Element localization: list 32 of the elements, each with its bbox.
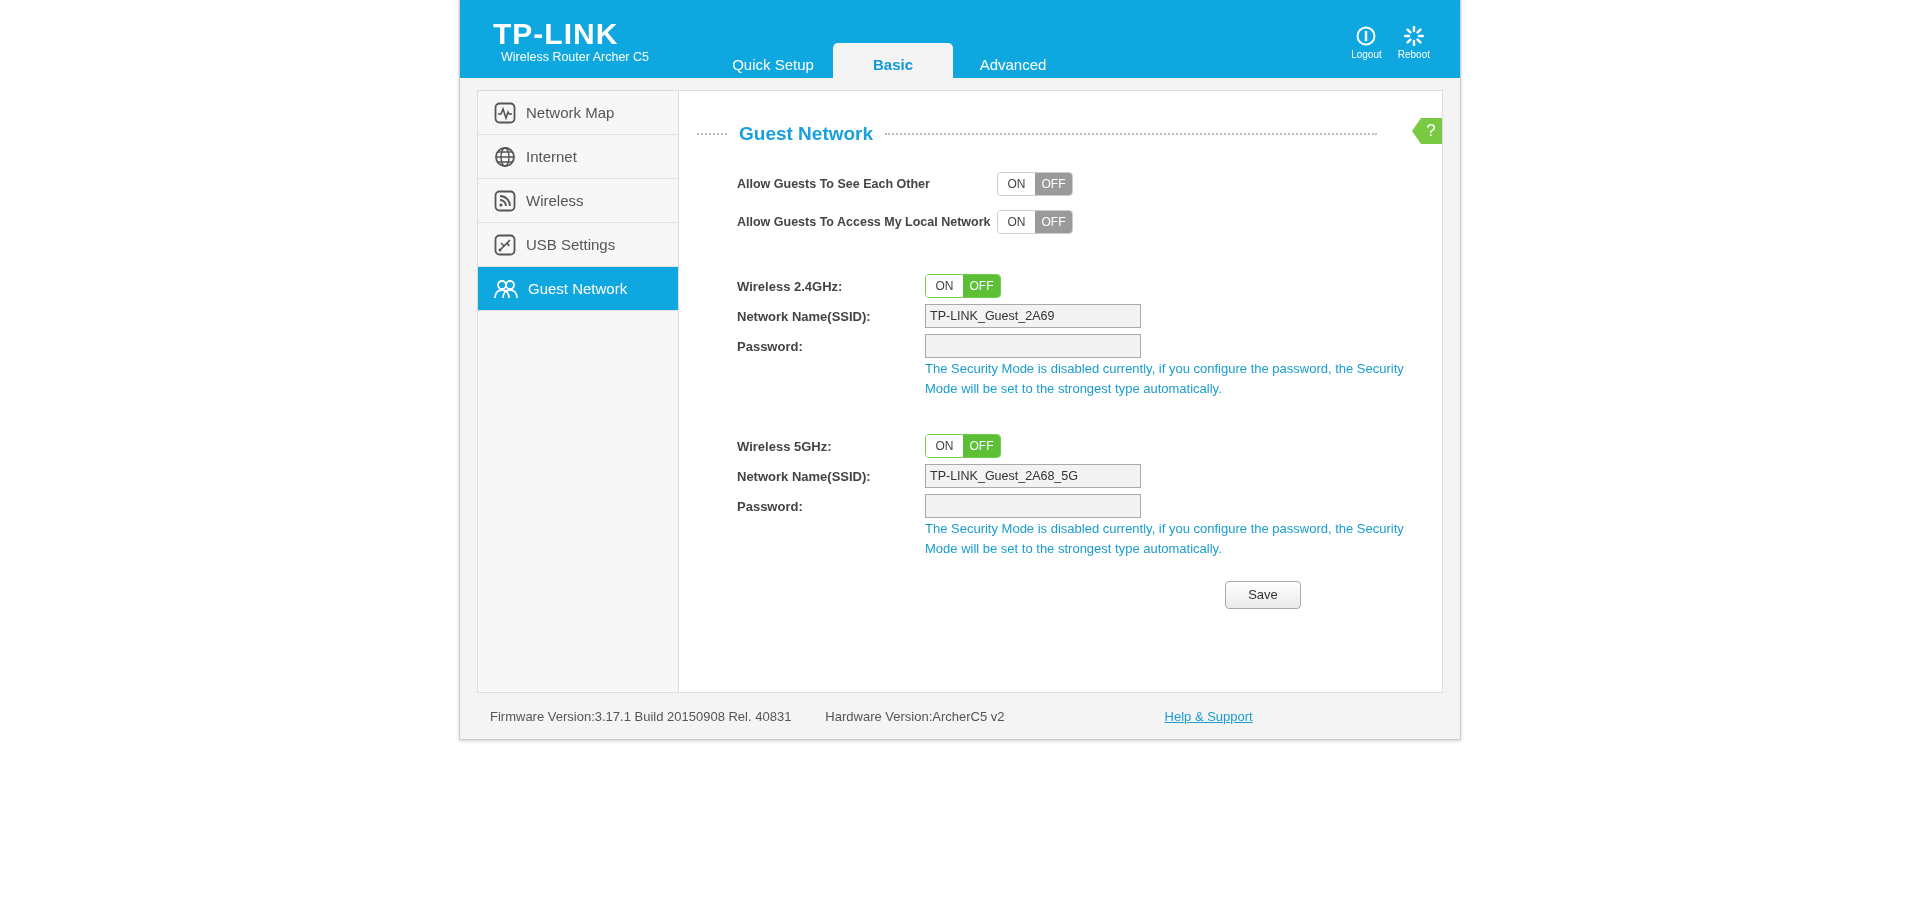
- password-field[interactable]: [925, 334, 1141, 358]
- ssid-label: Network Name(SSID):: [737, 468, 872, 484]
- section-title: Guest Network: [739, 123, 874, 145]
- logo-text: TP-LINK: [493, 18, 620, 50]
- on-off-switch[interactable]: ON OFF: [925, 434, 1001, 458]
- globe-icon: [494, 145, 516, 168]
- wifi-signal-icon: [494, 189, 516, 212]
- power-icon: [1356, 26, 1377, 46]
- usb-icon: [494, 233, 516, 256]
- password-label: Password:: [737, 498, 804, 514]
- ssid-field[interactable]: TP-LINK_Guest_2A68_5G: [925, 464, 1141, 488]
- password-field[interactable]: [925, 494, 1141, 518]
- people-icon: [494, 278, 518, 299]
- band-label: Wireless 5GHz:: [737, 438, 833, 454]
- on-off-switch[interactable]: ON OFF: [925, 274, 1001, 298]
- password-label: Password:: [737, 338, 804, 354]
- option-label: Allow Guests To See Each Other: [737, 177, 931, 191]
- hardware-version: Hardware Version:ArcherC5 v2: [825, 708, 1005, 724]
- save-button[interactable]: Save: [1225, 581, 1301, 609]
- option-label: Allow Guests To Access My Local Network: [737, 215, 992, 229]
- model-name: Wireless Router Archer C5: [501, 50, 650, 64]
- firmware-version: Firmware Version:3.17.1 Build 20150908 Rel. 40831: [490, 708, 792, 724]
- sidebar-item[interactable]: Internet: [478, 135, 678, 179]
- band-label: Wireless 2.4GHz:: [737, 278, 844, 294]
- security-note: The Security Mode is disabled currently, if you configure the password, the Security Mode will be set to the strongest type automatically.: [925, 520, 1405, 558]
- sidebar-item[interactable]: Network Map: [478, 91, 678, 135]
- spinner-icon: [1403, 26, 1424, 46]
- sidebar-item[interactable]: Wireless: [478, 179, 678, 223]
- ssid-label: Network Name(SSID):: [737, 308, 872, 324]
- security-note: The Security Mode is disabled currently, if you configure the password, the Security Mode will be set to the strongest type automatically.: [925, 360, 1405, 398]
- ssid-field[interactable]: TP-LINK_Guest_2A69: [925, 304, 1141, 328]
- activity-chart-icon: [494, 101, 516, 124]
